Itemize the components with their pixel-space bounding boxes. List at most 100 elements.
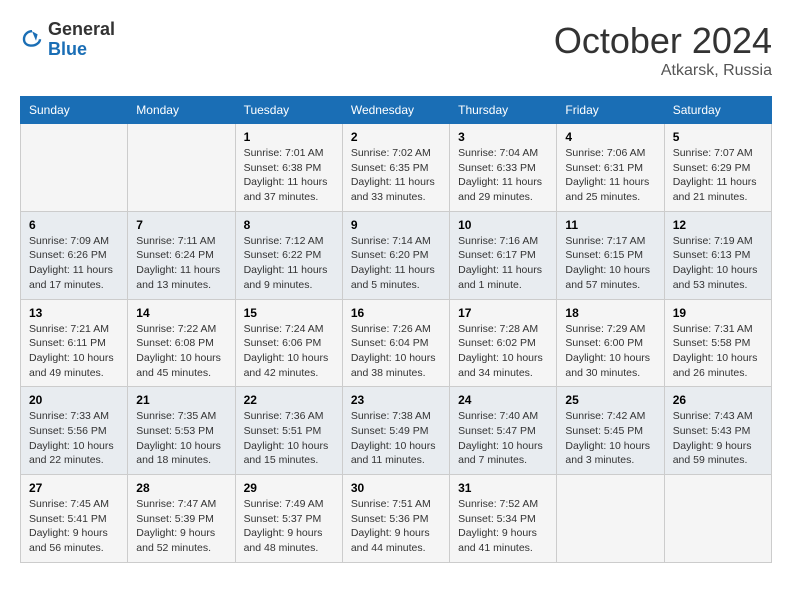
calendar-cell: 6 Sunrise: 7:09 AM Sunset: 6:26 PM Daylig… — [21, 211, 128, 299]
day-info: Sunrise: 7:28 AM Sunset: 6:02 PM Dayligh… — [458, 322, 548, 381]
logo-blue: Blue — [48, 39, 87, 59]
day-number: 9 — [351, 218, 441, 232]
title-block: October 2024 Atkarsk, Russia — [554, 20, 772, 80]
day-info: Sunrise: 7:29 AM Sunset: 6:00 PM Dayligh… — [565, 322, 655, 381]
day-info: Sunrise: 7:14 AM Sunset: 6:20 PM Dayligh… — [351, 234, 441, 293]
location: Atkarsk, Russia — [554, 62, 772, 80]
day-number: 15 — [244, 306, 334, 320]
calendar-cell: 14 Sunrise: 7:22 AM Sunset: 6:08 PM Dayli… — [128, 299, 235, 387]
calendar-header-row: SundayMondayTuesdayWednesdayThursdayFrid… — [21, 97, 772, 124]
day-number: 21 — [136, 393, 226, 407]
day-info: Sunrise: 7:16 AM Sunset: 6:17 PM Dayligh… — [458, 234, 548, 293]
day-info: Sunrise: 7:33 AM Sunset: 5:56 PM Dayligh… — [29, 409, 119, 468]
day-number: 1 — [244, 130, 334, 144]
day-number: 19 — [673, 306, 763, 320]
day-info: Sunrise: 7:38 AM Sunset: 5:49 PM Dayligh… — [351, 409, 441, 468]
weekday-header: Friday — [557, 97, 664, 124]
day-number: 5 — [673, 130, 763, 144]
calendar-cell: 10Sunrise: 7:16 AM Sunset: 6:17 PM Dayli… — [450, 211, 557, 299]
calendar-cell: 12 Sunrise: 7:19 AM Sunset: 6:13 PM Dayli… — [664, 211, 771, 299]
day-number: 23 — [351, 393, 441, 407]
calendar-cell: 30 Sunrise: 7:51 AM Sunset: 5:36 PM Dayli… — [342, 475, 449, 563]
day-number: 12 — [673, 218, 763, 232]
calendar-week-row: 1 Sunrise: 7:01 AM Sunset: 6:38 PM Daylig… — [21, 124, 772, 212]
calendar-cell: 7 Sunrise: 7:11 AM Sunset: 6:24 PM Daylig… — [128, 211, 235, 299]
day-info: Sunrise: 7:01 AM Sunset: 6:38 PM Dayligh… — [244, 146, 334, 205]
day-info: Sunrise: 7:45 AM Sunset: 5:41 PM Dayligh… — [29, 497, 119, 556]
day-info: Sunrise: 7:09 AM Sunset: 6:26 PM Dayligh… — [29, 234, 119, 293]
month-title: October 2024 — [554, 20, 772, 62]
calendar-cell: 1 Sunrise: 7:01 AM Sunset: 6:38 PM Daylig… — [235, 124, 342, 212]
calendar-cell: 18 Sunrise: 7:29 AM Sunset: 6:00 PM Dayli… — [557, 299, 664, 387]
calendar-cell: 27Sunrise: 7:45 AM Sunset: 5:41 PM Dayli… — [21, 475, 128, 563]
day-info: Sunrise: 7:43 AM Sunset: 5:43 PM Dayligh… — [673, 409, 763, 468]
calendar-cell: 3 Sunrise: 7:04 AM Sunset: 6:33 PM Daylig… — [450, 124, 557, 212]
weekday-header: Wednesday — [342, 97, 449, 124]
day-number: 14 — [136, 306, 226, 320]
logo: General Blue — [20, 20, 115, 60]
day-number: 2 — [351, 130, 441, 144]
calendar-cell — [128, 124, 235, 212]
calendar-cell: 13 Sunrise: 7:21 AM Sunset: 6:11 PM Dayli… — [21, 299, 128, 387]
day-number: 22 — [244, 393, 334, 407]
day-info: Sunrise: 7:35 AM Sunset: 5:53 PM Dayligh… — [136, 409, 226, 468]
calendar-cell: 19Sunrise: 7:31 AM Sunset: 5:58 PM Dayli… — [664, 299, 771, 387]
day-number: 6 — [29, 218, 119, 232]
day-number: 4 — [565, 130, 655, 144]
calendar-cell: 22Sunrise: 7:36 AM Sunset: 5:51 PM Dayli… — [235, 387, 342, 475]
page-header: General Blue October 2024 Atkarsk, Russi… — [20, 20, 772, 80]
calendar-cell: 15 Sunrise: 7:24 AM Sunset: 6:06 PM Dayli… — [235, 299, 342, 387]
day-info: Sunrise: 7:02 AM Sunset: 6:35 PM Dayligh… — [351, 146, 441, 205]
logo-general: General — [48, 19, 115, 39]
day-info: Sunrise: 7:51 AM Sunset: 5:36 PM Dayligh… — [351, 497, 441, 556]
day-info: Sunrise: 7:21 AM Sunset: 6:11 PM Dayligh… — [29, 322, 119, 381]
calendar-cell: 2 Sunrise: 7:02 AM Sunset: 6:35 PM Daylig… — [342, 124, 449, 212]
calendar-cell: 11Sunrise: 7:17 AM Sunset: 6:15 PM Dayli… — [557, 211, 664, 299]
day-info: Sunrise: 7:11 AM Sunset: 6:24 PM Dayligh… — [136, 234, 226, 293]
calendar-cell: 5 Sunrise: 7:07 AM Sunset: 6:29 PM Daylig… — [664, 124, 771, 212]
calendar-cell: 29 Sunrise: 7:49 AM Sunset: 5:37 PM Dayli… — [235, 475, 342, 563]
calendar-week-row: 20 Sunrise: 7:33 AM Sunset: 5:56 PM Dayli… — [21, 387, 772, 475]
day-number: 16 — [351, 306, 441, 320]
calendar-cell — [21, 124, 128, 212]
calendar-cell: 9 Sunrise: 7:14 AM Sunset: 6:20 PM Daylig… — [342, 211, 449, 299]
day-number: 26 — [673, 393, 763, 407]
calendar-week-row: 13 Sunrise: 7:21 AM Sunset: 6:11 PM Dayli… — [21, 299, 772, 387]
calendar-week-row: 27Sunrise: 7:45 AM Sunset: 5:41 PM Dayli… — [21, 475, 772, 563]
calendar-cell: 8 Sunrise: 7:12 AM Sunset: 6:22 PM Daylig… — [235, 211, 342, 299]
day-info: Sunrise: 7:04 AM Sunset: 6:33 PM Dayligh… — [458, 146, 548, 205]
day-number: 29 — [244, 481, 334, 495]
day-info: Sunrise: 7:26 AM Sunset: 6:04 PM Dayligh… — [351, 322, 441, 381]
day-number: 31 — [458, 481, 548, 495]
calendar-cell: 16 Sunrise: 7:26 AM Sunset: 6:04 PM Dayli… — [342, 299, 449, 387]
calendar-cell: 31 Sunrise: 7:52 AM Sunset: 5:34 PM Dayli… — [450, 475, 557, 563]
day-info: Sunrise: 7:22 AM Sunset: 6:08 PM Dayligh… — [136, 322, 226, 381]
day-info: Sunrise: 7:17 AM Sunset: 6:15 PM Dayligh… — [565, 234, 655, 293]
day-info: Sunrise: 7:47 AM Sunset: 5:39 PM Dayligh… — [136, 497, 226, 556]
day-info: Sunrise: 7:07 AM Sunset: 6:29 PM Dayligh… — [673, 146, 763, 205]
day-number: 13 — [29, 306, 119, 320]
day-info: Sunrise: 7:52 AM Sunset: 5:34 PM Dayligh… — [458, 497, 548, 556]
weekday-header: Thursday — [450, 97, 557, 124]
calendar-cell: 28Sunrise: 7:47 AM Sunset: 5:39 PM Dayli… — [128, 475, 235, 563]
day-number: 8 — [244, 218, 334, 232]
calendar-week-row: 6 Sunrise: 7:09 AM Sunset: 6:26 PM Daylig… — [21, 211, 772, 299]
calendar-cell: 21 Sunrise: 7:35 AM Sunset: 5:53 PM Dayli… — [128, 387, 235, 475]
day-number: 30 — [351, 481, 441, 495]
day-info: Sunrise: 7:24 AM Sunset: 6:06 PM Dayligh… — [244, 322, 334, 381]
calendar-cell: 26 Sunrise: 7:43 AM Sunset: 5:43 PM Dayli… — [664, 387, 771, 475]
day-info: Sunrise: 7:49 AM Sunset: 5:37 PM Dayligh… — [244, 497, 334, 556]
weekday-header: Saturday — [664, 97, 771, 124]
day-number: 18 — [565, 306, 655, 320]
day-info: Sunrise: 7:40 AM Sunset: 5:47 PM Dayligh… — [458, 409, 548, 468]
logo-icon — [20, 28, 44, 52]
day-info: Sunrise: 7:19 AM Sunset: 6:13 PM Dayligh… — [673, 234, 763, 293]
day-number: 3 — [458, 130, 548, 144]
day-number: 20 — [29, 393, 119, 407]
weekday-header: Tuesday — [235, 97, 342, 124]
day-number: 7 — [136, 218, 226, 232]
calendar-cell: 23 Sunrise: 7:38 AM Sunset: 5:49 PM Dayli… — [342, 387, 449, 475]
logo-text: General Blue — [48, 20, 115, 60]
day-info: Sunrise: 7:12 AM Sunset: 6:22 PM Dayligh… — [244, 234, 334, 293]
calendar-cell: 24Sunrise: 7:40 AM Sunset: 5:47 PM Dayli… — [450, 387, 557, 475]
